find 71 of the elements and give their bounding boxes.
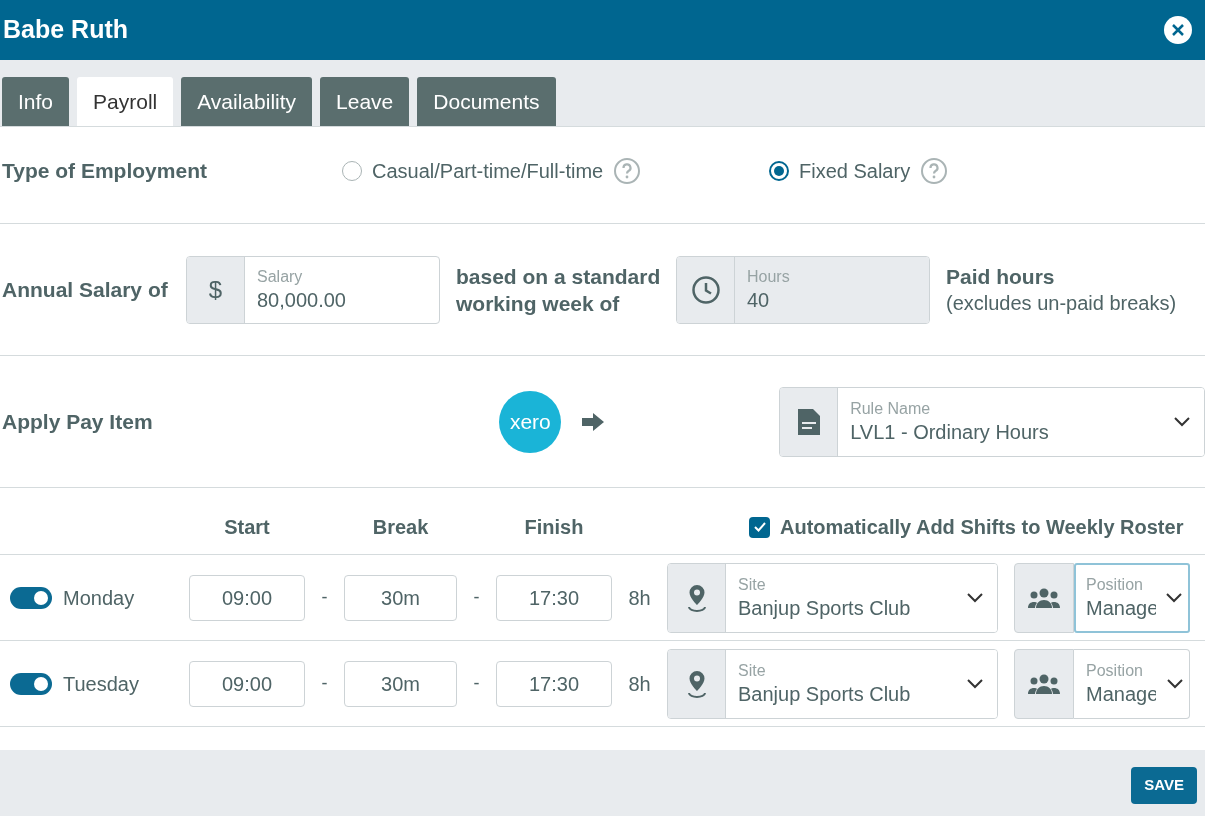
field-value: Banjup Sports Club: [738, 681, 911, 707]
column-header: Finish: [523, 515, 585, 540]
map-pin-icon: [685, 668, 708, 699]
document-icon: [796, 407, 821, 436]
floating-label: Site: [738, 660, 767, 681]
hours-text: 8h: [627, 585, 652, 611]
chevron-down-icon: [1167, 678, 1183, 689]
map-pin-icon: [685, 582, 708, 613]
arrow-right-icon: [581, 411, 606, 432]
people-icon: [1027, 586, 1061, 609]
floating-label: Position: [1086, 660, 1144, 681]
people-icon: [1027, 672, 1061, 695]
input-field[interactable]: Rule Name LVL1 - Ordinary Hours: [779, 386, 1205, 457]
time-input[interactable]: 30m: [344, 660, 457, 707]
time-input[interactable]: 09:00: [189, 660, 305, 707]
input-field[interactable]: Site Banjup Sports Club: [667, 562, 998, 633]
day-label: Tuesday: [63, 671, 140, 697]
input-field[interactable]: Hours 40: [676, 255, 930, 324]
field-label: Paid hours: [946, 263, 1056, 290]
column-header: Break: [371, 515, 430, 540]
radio-label: Fixed Salary: [799, 159, 911, 184]
window-title: Babe Ruth: [3, 14, 128, 46]
toggle-switch[interactable]: [10, 672, 52, 695]
chevron-down-icon: [1174, 416, 1190, 427]
field-label: Annual Salary of: [2, 276, 169, 303]
checkbox[interactable]: [749, 516, 770, 538]
tab[interactable]: Leave: [320, 77, 410, 126]
time-input[interactable]: 09:00: [189, 574, 305, 621]
tab[interactable]: Info: [2, 77, 70, 126]
separator-dash: -: [472, 586, 481, 609]
field-value: LVL1 - Ordinary Hours: [850, 419, 1049, 445]
separator-dash: -: [320, 586, 329, 609]
chevron-down-icon: [1166, 592, 1182, 603]
close-button[interactable]: [1164, 16, 1192, 44]
clock-icon: [690, 274, 721, 305]
tab[interactable]: Availability: [181, 77, 313, 126]
toggle-switch[interactable]: [10, 586, 52, 609]
xero-logo: xero: [499, 390, 562, 453]
day-label: Monday: [63, 585, 136, 611]
salary-field[interactable]: $ Salary 80,000.00: [186, 255, 440, 324]
column-header: Start: [223, 515, 271, 540]
time-input[interactable]: 30m: [344, 574, 457, 621]
field-label: Type of Employment: [2, 158, 208, 185]
field-value: 80,000.00: [257, 287, 346, 313]
floating-label: Salary: [257, 266, 304, 287]
floating-label: Position: [1086, 574, 1144, 595]
field-label: based on a standard working week of: [456, 263, 662, 317]
hours-text: 8h: [627, 671, 652, 697]
floating-label: Rule Name: [850, 398, 932, 419]
time-input[interactable]: 17:30: [496, 574, 612, 621]
chevron-down-icon: [967, 592, 983, 603]
separator-dash: -: [472, 672, 481, 695]
radio-button[interactable]: [769, 161, 789, 181]
time-input[interactable]: 17:30: [496, 660, 612, 707]
floating-label: Site: [738, 574, 767, 595]
radio-label: Casual/Part-time/Full-time: [372, 159, 604, 184]
floating-label: Hours: [747, 266, 790, 287]
currency-symbol: $: [187, 256, 245, 323]
checkmark-icon: [753, 522, 766, 532]
close-icon: [1172, 24, 1184, 36]
chevron-down-icon: [967, 678, 983, 689]
field-value: Banjup Sports Club: [738, 595, 911, 621]
checkbox-label: Automatically Add Shifts to Weekly Roster: [780, 515, 1184, 540]
tab[interactable]: Documents: [417, 77, 556, 126]
tab[interactable]: Payroll: [77, 77, 174, 126]
separator-dash: -: [320, 672, 329, 695]
field-value: 40: [747, 287, 771, 313]
save-button[interactable]: SAVE: [1131, 767, 1197, 804]
hint-text: (excludes un-paid breaks): [946, 290, 1177, 316]
input-field[interactable]: Site Banjup Sports Club: [667, 648, 998, 719]
field-label: Apply Pay Item: [2, 408, 154, 435]
